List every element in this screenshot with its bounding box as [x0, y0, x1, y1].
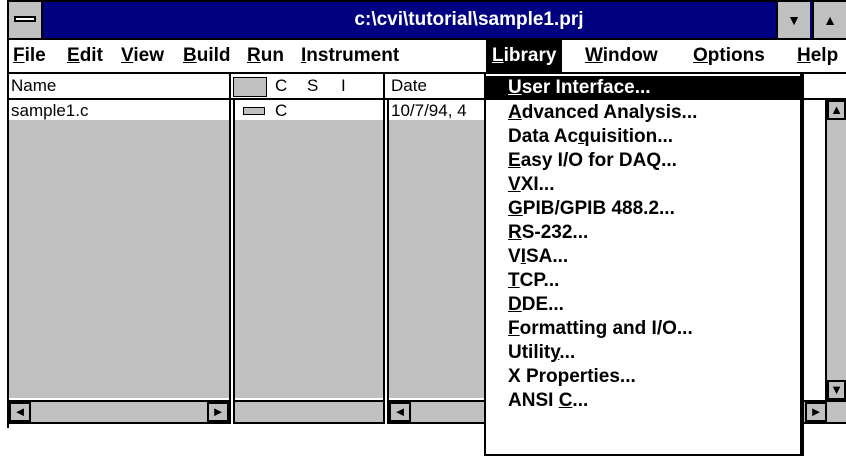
menu-item-user-interface[interactable]: User Interface... [486, 76, 800, 100]
column-divider [387, 100, 389, 424]
scroll-left-button[interactable]: ◄ [9, 402, 31, 422]
window-title: c:\cvi\tutorial\sample1.prj [354, 9, 584, 30]
menu-run[interactable]: Run [247, 40, 284, 72]
menu-build[interactable]: Build [183, 40, 231, 72]
title-bar: c:\cvi\tutorial\sample1.prj ▼ ▲ [9, 2, 846, 40]
column-c-header[interactable]: C [275, 74, 287, 98]
column-divider [229, 74, 231, 424]
column-name-header[interactable]: Name [11, 74, 56, 98]
file-status-icon [243, 107, 265, 115]
library-menu-dropdown: User Interface... Advanced Analysis... D… [484, 72, 802, 456]
maximize-icon: ▲ [823, 12, 837, 28]
arrow-left-icon: ◄ [393, 404, 407, 419]
menu-item-formatting-io[interactable]: Formatting and I/O... [486, 317, 800, 341]
menu-view[interactable]: View [121, 40, 164, 72]
arrow-right-icon: ► [211, 404, 225, 419]
arrow-down-icon: ▼ [830, 382, 843, 397]
arrow-right-icon: ► [809, 404, 823, 419]
vertical-scrollbar[interactable] [827, 100, 846, 424]
size-grip [827, 400, 846, 424]
date-pane-empty [389, 120, 493, 398]
scroll-down-button[interactable]: ▼ [827, 380, 846, 400]
column-s-header[interactable]: S [307, 74, 318, 98]
menu-window[interactable]: Window [585, 40, 658, 72]
scroll-right-button[interactable]: ► [207, 402, 229, 422]
column-i-header[interactable]: I [341, 74, 346, 98]
column-divider [233, 100, 235, 424]
file-name-cell[interactable]: sample1.c [11, 100, 88, 122]
minimize-button[interactable]: ▼ [776, 2, 810, 38]
status-pane-empty [235, 120, 383, 398]
menu-bar: File Edit View Build Run Instrument Libr… [9, 40, 846, 74]
name-pane-empty [9, 120, 229, 398]
scroll-left-button[interactable]: ◄ [389, 402, 411, 422]
menu-item-rs232[interactable]: RS-232... [486, 221, 800, 245]
menu-item-advanced-analysis[interactable]: Advanced Analysis... [486, 101, 800, 125]
menu-options[interactable]: Options [693, 40, 765, 72]
name-hscrollbar[interactable] [9, 400, 229, 424]
menu-item-data-acquisition[interactable]: Data Acquisition... [486, 125, 800, 149]
menu-instrument[interactable]: Instrument [301, 40, 399, 72]
file-date-cell: 10/7/94, 4 [391, 101, 467, 120]
system-menu-icon [14, 16, 36, 22]
menu-file[interactable]: File [13, 40, 46, 72]
file-c-cell: C [275, 101, 288, 120]
menu-item-dde[interactable]: DDE... [486, 293, 800, 317]
menu-help[interactable]: Help [797, 40, 838, 72]
menu-item-visa[interactable]: VISA... [486, 245, 800, 269]
arrow-left-icon: ◄ [13, 404, 27, 419]
status-hscrollbar[interactable] [235, 400, 383, 424]
column-divider [383, 74, 385, 424]
arrow-up-icon: ▲ [830, 102, 843, 117]
menu-item-gpib[interactable]: GPIB/GPIB 488.2... [486, 197, 800, 221]
menu-item-easy-io-daq[interactable]: Easy I/O for DAQ... [486, 149, 800, 173]
column-date-header[interactable]: Date [391, 74, 427, 98]
menu-item-ansi-c[interactable]: ANSI C... [486, 389, 800, 413]
menu-library[interactable]: Library [486, 40, 563, 72]
minimize-icon: ▼ [787, 12, 801, 28]
maximize-button[interactable]: ▲ [812, 2, 846, 38]
menu-item-x-properties[interactable]: X Properties... [486, 365, 800, 389]
status-header-swatch [233, 77, 267, 97]
menu-item-utility[interactable]: Utility... [486, 341, 800, 365]
menu-item-tcp[interactable]: TCP... [486, 269, 800, 293]
system-menu-button[interactable] [9, 2, 43, 38]
scroll-right-button[interactable]: ► [805, 402, 827, 422]
menu-item-vxi[interactable]: VXI... [486, 173, 800, 197]
menu-edit[interactable]: Edit [67, 40, 103, 72]
scroll-up-button[interactable]: ▲ [827, 100, 846, 120]
